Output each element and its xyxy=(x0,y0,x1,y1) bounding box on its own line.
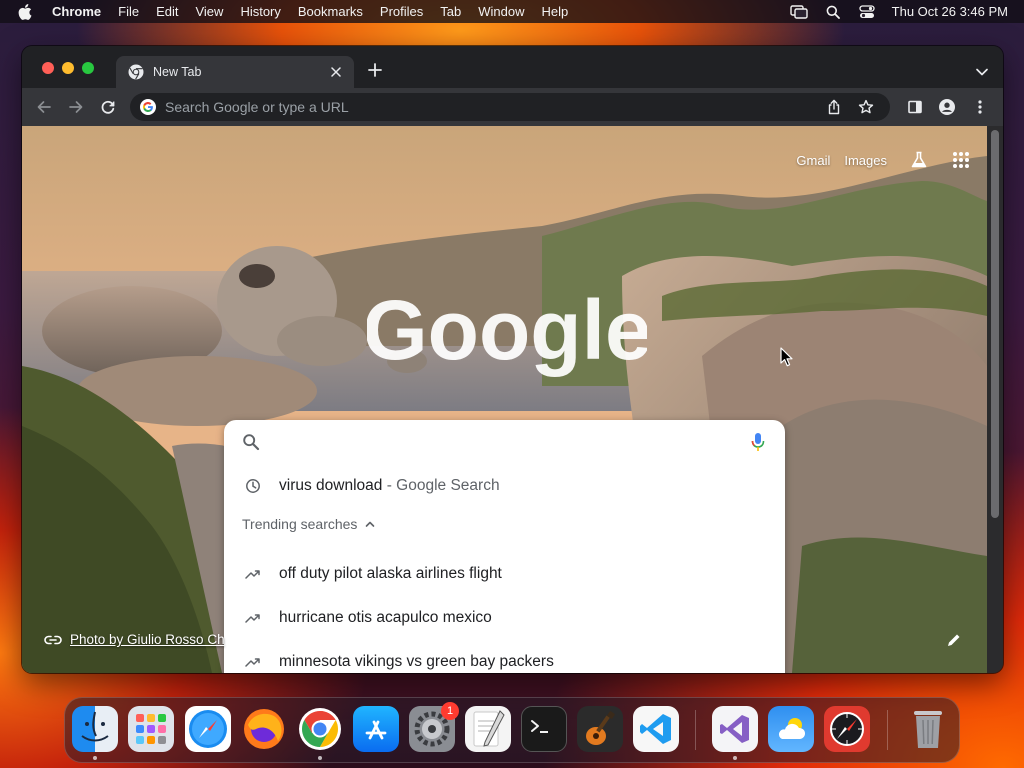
labs-flask-icon[interactable] xyxy=(909,150,929,170)
garageband-icon[interactable] xyxy=(577,706,623,752)
address-bar[interactable] xyxy=(130,93,890,121)
visual-studio-icon[interactable] xyxy=(712,706,758,752)
tab-search-chevron-icon[interactable] xyxy=(975,64,989,76)
attribution-text: Photo by Giulio Rosso Ch xyxy=(70,632,225,647)
launchpad-icon[interactable] xyxy=(128,706,174,752)
finder-icon[interactable] xyxy=(72,706,118,752)
chevron-up-icon[interactable] xyxy=(365,518,377,530)
dock-separator xyxy=(695,710,696,750)
window-close-button[interactable] xyxy=(42,62,54,74)
compass-icon[interactable] xyxy=(824,706,870,752)
history-suggestion[interactable]: virus download - Google Search xyxy=(224,464,785,508)
voice-search-mic-icon[interactable] xyxy=(751,432,765,452)
google-logo-text: Google xyxy=(367,283,647,377)
scrollbar-thumb[interactable] xyxy=(991,130,999,518)
finder-running-indicator xyxy=(93,756,97,760)
page-scrollbar[interactable] xyxy=(987,126,1003,673)
close-tab-icon[interactable] xyxy=(328,64,344,80)
menu-bookmarks[interactable]: Bookmarks xyxy=(298,4,363,19)
notification-badge: 1 xyxy=(441,702,459,720)
google-apps-grid-icon[interactable] xyxy=(951,150,971,170)
mouse-cursor-icon xyxy=(780,347,794,367)
menu-edit[interactable]: Edit xyxy=(156,4,178,19)
chrome-menu-dots-icon[interactable] xyxy=(972,99,988,115)
history-suggestion-suffix: - Google Search xyxy=(382,477,500,494)
share-icon[interactable] xyxy=(826,99,842,115)
trending-suggestion-text: minnesota vikings vs green bay packers xyxy=(279,653,554,670)
apple-icon[interactable] xyxy=(18,3,34,20)
ntp-search-input[interactable] xyxy=(276,428,746,456)
images-link[interactable]: Images xyxy=(844,153,887,168)
macos-menu-bar: Chrome File Edit View History Bookmarks … xyxy=(0,0,1024,23)
vscode-icon[interactable] xyxy=(633,706,679,752)
terminal-icon[interactable] xyxy=(521,706,567,752)
trash-icon[interactable] xyxy=(905,706,951,752)
trending-arrow-icon xyxy=(245,654,261,670)
macos-dock: 1 xyxy=(64,697,960,763)
google-g-icon xyxy=(140,99,156,115)
chrome-running-indicator xyxy=(318,756,322,760)
google-logo: Google xyxy=(367,283,647,377)
forward-arrow-icon[interactable] xyxy=(68,99,84,115)
system-settings-icon[interactable]: 1 xyxy=(409,702,459,752)
tab-strip: New Tab xyxy=(22,46,1003,88)
gmail-link[interactable]: Gmail xyxy=(796,153,830,168)
menu-history[interactable]: History xyxy=(240,4,280,19)
history-suggestion-query: virus download xyxy=(279,477,383,494)
dock-separator xyxy=(887,710,888,750)
window-minimize-button[interactable] xyxy=(62,62,74,74)
reload-icon[interactable] xyxy=(100,99,116,115)
back-arrow-icon[interactable] xyxy=(36,99,52,115)
clock-history-icon xyxy=(245,478,261,494)
search-icon xyxy=(242,433,260,451)
new-tab-plus-icon[interactable] xyxy=(368,63,384,79)
control-center-icon[interactable] xyxy=(858,4,876,20)
window-zoom-button[interactable] xyxy=(82,62,94,74)
tab-title: New Tab xyxy=(153,65,202,79)
ntp-top-links: Gmail Images xyxy=(782,150,971,170)
app-store-icon[interactable] xyxy=(353,706,399,752)
trending-suggestion-text: hurricane otis acapulco mexico xyxy=(279,609,492,626)
screen-mirroring-icon[interactable] xyxy=(789,4,808,20)
trending-suggestion[interactable]: hurricane otis acapulco mexico xyxy=(224,596,785,640)
trending-searches-header[interactable]: Trending searches xyxy=(242,516,377,532)
trending-arrow-icon xyxy=(245,566,261,582)
safari-icon[interactable] xyxy=(185,706,231,752)
menu-help[interactable]: Help xyxy=(542,4,569,19)
weather-icon[interactable] xyxy=(768,706,814,752)
spotlight-search-icon[interactable] xyxy=(824,4,842,20)
browser-toolbar xyxy=(22,88,1003,126)
trending-suggestion-text: off duty pilot alaska airlines flight xyxy=(279,565,502,582)
tab-new-tab[interactable]: New Tab xyxy=(116,56,354,88)
menu-file[interactable]: File xyxy=(118,4,139,19)
trending-arrow-icon xyxy=(245,610,261,626)
new-tab-page: Gmail Images Google virus download - Goo… xyxy=(22,126,1003,673)
chrome-icon[interactable] xyxy=(297,706,343,752)
bookmark-star-icon[interactable] xyxy=(858,99,874,115)
customize-pencil-icon[interactable] xyxy=(946,632,962,648)
menu-bar-clock[interactable]: Thu Oct 26 3:46 PM xyxy=(892,4,1008,19)
address-bar-input[interactable] xyxy=(165,99,826,115)
menu-profiles[interactable]: Profiles xyxy=(380,4,423,19)
trending-suggestion[interactable]: minnesota vikings vs green bay packers xyxy=(224,640,785,673)
profile-avatar-icon[interactable] xyxy=(939,99,955,115)
chrome-icon xyxy=(128,64,144,80)
chrome-window: New Tab Search Google or type a URL Gmai… xyxy=(22,46,1003,673)
side-panel-icon[interactable] xyxy=(907,99,923,115)
trending-searches-label: Trending searches xyxy=(242,516,358,532)
link-icon xyxy=(44,634,62,646)
menu-window[interactable]: Window xyxy=(478,4,524,19)
menu-tab[interactable]: Tab xyxy=(440,4,461,19)
ntp-search-dropdown: virus download - Google Search Trending … xyxy=(224,420,785,673)
textedit-icon[interactable] xyxy=(465,706,511,752)
menu-view[interactable]: View xyxy=(195,4,223,19)
visual-studio-running-indicator xyxy=(733,756,737,760)
trending-suggestion[interactable]: off duty pilot alaska airlines flight xyxy=(224,552,785,596)
menu-app-name[interactable]: Chrome xyxy=(52,4,101,19)
background-attribution-link[interactable]: Photo by Giulio Rosso Ch xyxy=(44,632,225,647)
firefox-icon[interactable] xyxy=(241,706,287,752)
